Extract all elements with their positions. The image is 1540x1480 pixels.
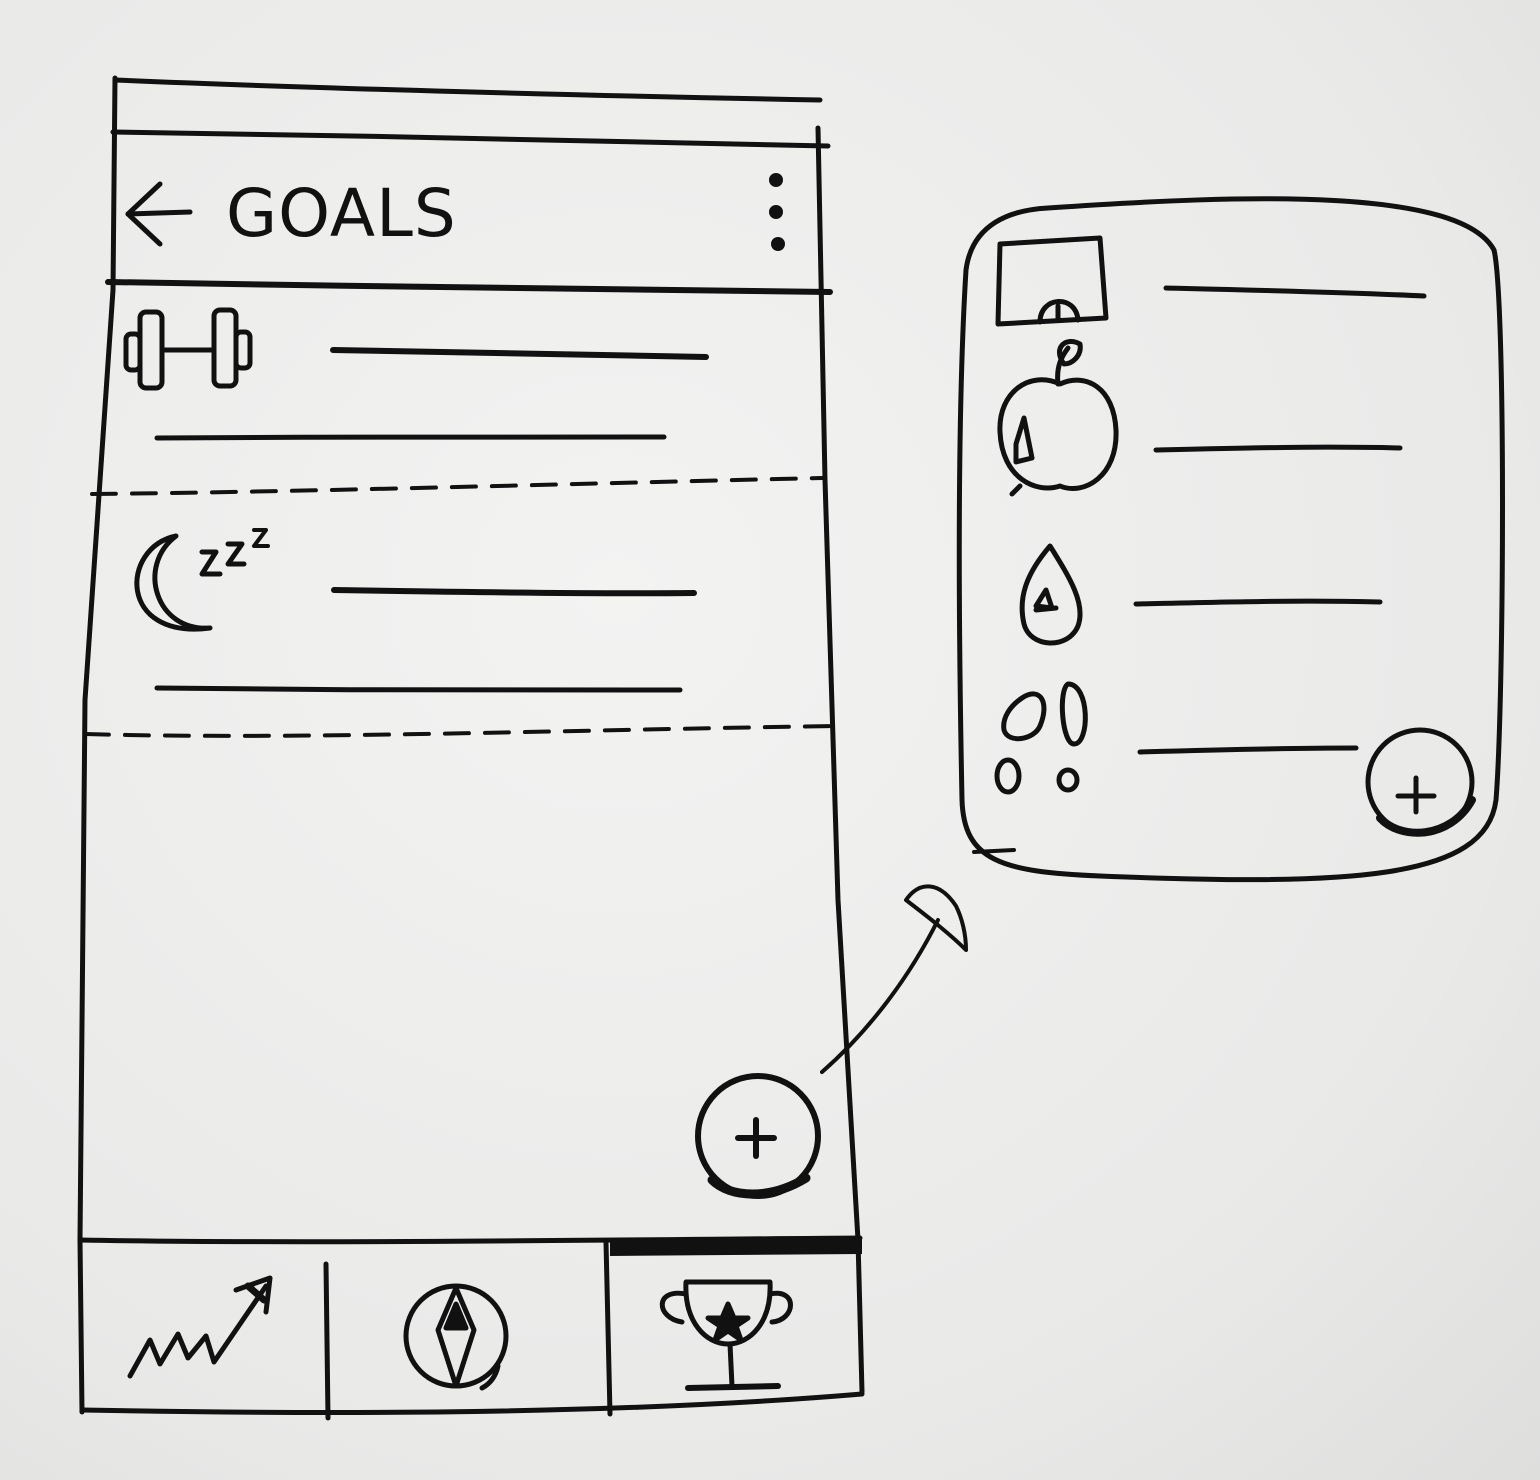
nav-tab-explore[interactable] [403,1283,509,1391]
selected-tab-indicator [610,1238,862,1256]
goals-list [83,307,838,738]
plus-icon [735,1117,777,1159]
page-title: GOALS [226,175,457,252]
nav-tab-goals-selected[interactable] [610,1238,862,1391]
goal-type-label-placeholder [1133,598,1383,607]
goal-text-placeholder [154,347,709,441]
more-vertical-icon [769,173,785,251]
popup-add-fab[interactable] [1365,727,1476,837]
list-divider [83,724,838,738]
goal-type-label-placeholder [1163,285,1427,299]
compass-icon [403,1283,509,1391]
app-bar: GOALS [105,173,833,295]
moon-sleep-icon [134,528,270,632]
add-goal-popup [956,196,1505,883]
popup-item-steps[interactable] [994,681,1359,795]
plus-icon [1395,775,1437,815]
dumbbell-icon [123,307,253,391]
scale-icon [995,235,1109,327]
popup-item-nutrition[interactable] [997,339,1403,497]
list-item[interactable] [123,307,709,441]
nav-tab-progress[interactable] [127,1275,273,1379]
trending-up-icon [127,1275,273,1379]
arrow-left-icon [125,181,193,247]
overflow-menu-button[interactable] [769,173,785,251]
water-drop-icon [1019,543,1083,646]
footsteps-icon [994,681,1088,795]
list-divider [90,476,824,496]
popup-item-weight[interactable] [995,235,1427,327]
list-item[interactable] [134,528,697,693]
goal-type-label-placeholder [1153,444,1403,453]
back-button[interactable] [125,181,193,247]
goal-type-label-placeholder [1137,745,1359,755]
add-goal-fab[interactable] [695,1073,821,1199]
goal-text-placeholder [154,587,697,693]
popup-item-hydration[interactable] [1019,543,1383,646]
popup-card [956,196,1505,883]
apple-icon [997,339,1119,497]
trophy-icon [659,1279,793,1391]
phone-frame [77,75,865,1415]
wireframe-sketch: GOALS [77,75,1505,1421]
